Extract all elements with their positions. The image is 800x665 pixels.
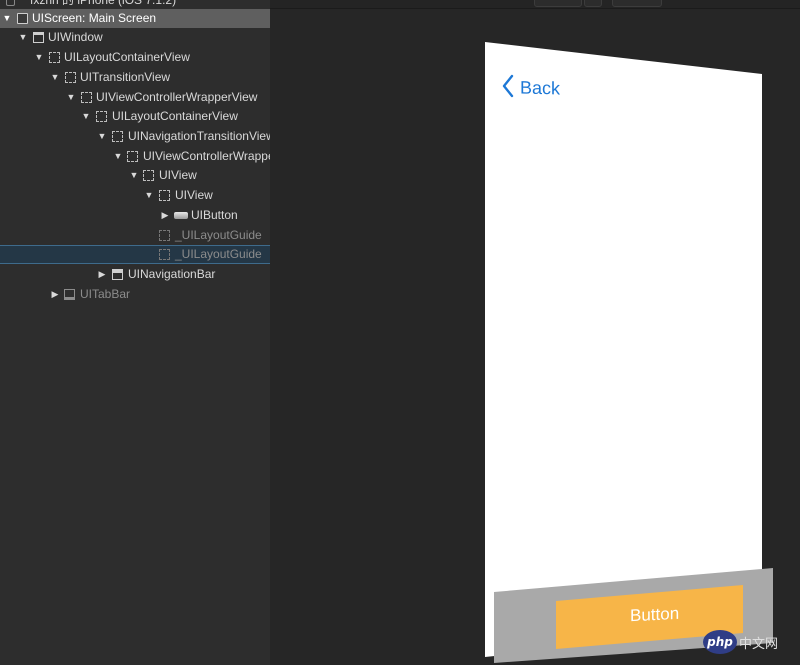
back-chevron-icon[interactable]	[501, 74, 515, 98]
view-layer-uiview[interactable]	[485, 42, 762, 657]
php-logo: php	[703, 630, 737, 654]
back-button-label[interactable]: Back	[520, 77, 560, 99]
watermark-text: 中文网	[739, 637, 779, 652]
exploded-view	[485, 42, 773, 663]
button-label[interactable]: Button	[630, 604, 679, 627]
